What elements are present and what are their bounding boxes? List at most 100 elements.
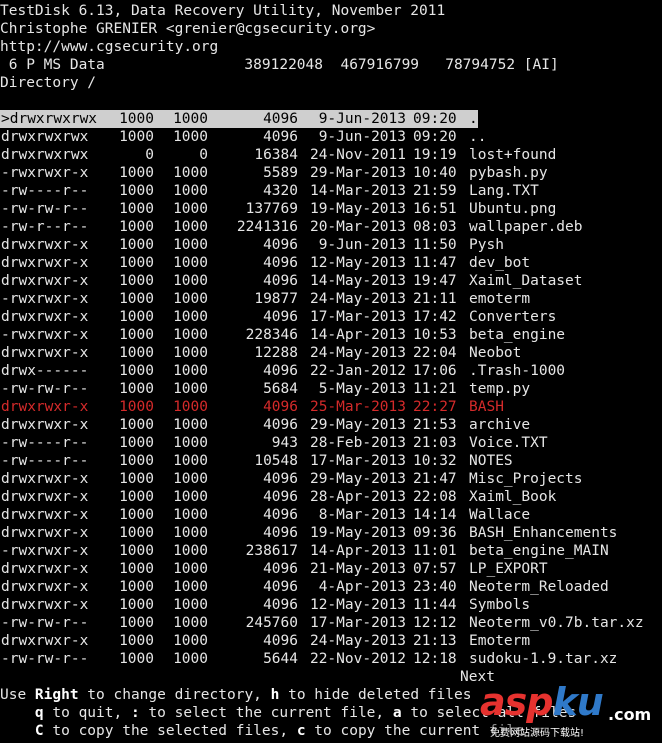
file-size: 16384 (254, 147, 298, 163)
watermark-dotcom: .com (608, 705, 652, 724)
file-time: 21:03 (413, 435, 457, 451)
file-date: 24-May-2013 (309, 291, 406, 307)
file-uid: 1000 (119, 561, 154, 577)
watermark-subtitle: 免费网站源码下载站! (488, 724, 587, 739)
file-gid: 1000 (173, 381, 208, 397)
file-gid: 1000 (173, 399, 208, 415)
file-row[interactable]: -rw-rw-r-- 1000 1000 5644 22-Nov-2012 12:18 su… (0, 650, 662, 668)
file-row[interactable]: -rwxrwxr-x 1000 1000 228346 14-Apr-2013 10:53… (0, 326, 662, 344)
file-date: 8-Mar-2013 (318, 507, 406, 523)
file-uid: 1000 (119, 237, 154, 253)
file-row[interactable]: drwxrwxr-x 1000 1000 4096 14-May-2013 19:47 Xa… (0, 272, 662, 290)
file-size: 4096 (263, 597, 298, 613)
file-row[interactable]: drwxrwxr-x 1000 1000 4096 28-Apr-2013 22:08 Xa… (0, 488, 662, 506)
file-uid: 1000 (119, 453, 154, 469)
file-gid: 1000 (173, 453, 208, 469)
file-time: 12:12 (413, 615, 457, 631)
file-row[interactable]: drwxrwxr-x 1000 1000 4096 9-Jun-2013 11:50 Pys… (0, 236, 662, 254)
file-uid: 1000 (119, 417, 154, 433)
file-uid: 1000 (119, 219, 154, 235)
file-row[interactable]: drwxrwxr-x 1000 1000 4096 17-Mar-2013 17:42 Co… (0, 308, 662, 326)
file-gid: 1000 (173, 435, 208, 451)
file-time: 21:53 (413, 417, 457, 433)
file-date: 21-May-2013 (309, 561, 406, 577)
watermark-logo: aspku (480, 680, 604, 724)
file-uid: 1000 (119, 201, 154, 217)
file-time: 12:18 (413, 651, 457, 667)
file-row[interactable]: drwxrwxr-x 1000 1000 4096 29-May-2013 21:53 ar… (0, 416, 662, 434)
file-date: 17-Mar-2013 (309, 309, 406, 325)
file-row[interactable]: drwxrwxr-x 1000 1000 4096 19-May-2013 09:36 BA… (0, 524, 662, 542)
file-time: 11:21 (413, 381, 457, 397)
file-time: 07:57 (413, 561, 457, 577)
file-row[interactable]: drwxrwxrwx 0 0 16384 24-Nov-2011 19:19 lost+fo… (0, 146, 662, 164)
file-row[interactable]: -rw-rw-r-- 1000 1000 245760 17-Mar-2013 12:12… (0, 614, 662, 632)
file-time: 21:13 (413, 633, 457, 649)
file-row[interactable]: drwxrwxr-x 1000 1000 4096 8-Mar-2013 14:14 Wal… (0, 506, 662, 524)
file-time: 11:47 (413, 255, 457, 271)
file-uid: 1000 (119, 543, 154, 559)
file-row[interactable]: drwxrwxrwx 1000 1000 4096 9-Jun-2013 09:20.. (0, 128, 662, 146)
file-uid: 1000 (119, 579, 154, 595)
file-time: 08:03 (413, 219, 457, 235)
file-row[interactable]: drwxrwxr-x 1000 1000 4096 21-May-2013 07:57 LP… (0, 560, 662, 578)
file-time: 17:06 (413, 363, 457, 379)
file-date: 9-Jun-2013 (318, 129, 406, 145)
file-row[interactable]: drwxrwxr-x 1000 1000 4096 29-May-2013 21:47 Mi… (0, 470, 662, 488)
file-row[interactable]: -rwxrwxr-x 1000 1000 238617 14-Apr-2013 11:01… (0, 542, 662, 560)
file-date: 25-Mar-2013 (309, 399, 406, 415)
file-date: 4-Apr-2013 (318, 579, 406, 595)
file-gid: 1000 (173, 219, 208, 235)
file-row[interactable]: drwxrwxr-x 1000 1000 12288 24-May-2013 22:04 N… (0, 344, 662, 362)
website-url: http://www.cgsecurity.org (0, 39, 219, 55)
file-gid: 0 (199, 147, 208, 163)
file-size: 2241316 (236, 219, 298, 235)
file-row[interactable]: drwx------ 1000 1000 4096 22-Jan-2012 17:06 .T… (0, 362, 662, 380)
file-gid: 1000 (173, 471, 208, 487)
file-row[interactable]: -rw-r--r-- 1000 1000 2241316 20-Mar-2013 08:0… (0, 218, 662, 236)
file-row[interactable]: -rwxrwxr-x 1000 1000 19877 24-May-2013 21:11 e… (0, 290, 662, 308)
file-gid: 1000 (173, 525, 208, 541)
file-size: 5589 (263, 165, 298, 181)
file-row-deleted[interactable]: drwxrwxr-x 1000 1000 4096 25-Mar-2013 22:27 BA… (0, 398, 662, 416)
file-row[interactable]: -rwxrwxr-x 1000 1000 5589 29-Mar-2013 10:40 py… (0, 164, 662, 182)
file-row[interactable]: -rw----r-- 1000 1000 4320 14-Mar-2013 21:59 La… (0, 182, 662, 200)
file-uid: 1000 (119, 507, 154, 523)
file-name: Neoterm_Reloaded (469, 579, 609, 595)
file-permissions: drwxrwxr-x (1, 633, 89, 649)
file-gid: 1000 (173, 201, 208, 217)
file-date: 29-May-2013 (309, 417, 406, 433)
file-name: NOTES (469, 453, 513, 469)
file-row[interactable]: -rw----r-- 1000 1000 943 28-Feb-2013 21:03 Voi… (0, 434, 662, 452)
file-time: 19:19 (413, 147, 457, 163)
file-name: Wallace (469, 507, 531, 523)
file-row-selected[interactable]: >drwxrwxrwx 1000 1000 4096 9-Jun-2013 09:20. (0, 110, 478, 128)
file-date: 20-Mar-2013 (309, 219, 406, 235)
key-right: Right (34, 687, 79, 703)
file-uid: 1000 (119, 183, 154, 199)
file-row[interactable]: drwxrwxr-x 1000 1000 4096 4-Apr-2013 23:40 Neo… (0, 578, 662, 596)
file-row[interactable]: -rw----r-- 1000 1000 10548 17-Mar-2013 10:32 N… (0, 452, 662, 470)
file-date: 17-Mar-2013 (309, 615, 406, 631)
file-gid: 1000 (173, 507, 208, 523)
file-size: 228346 (245, 327, 298, 343)
file-date: 9-Jun-2013 (318, 111, 406, 127)
key-c: c (296, 723, 306, 739)
file-uid: 1000 (119, 129, 154, 145)
file-size: 4096 (263, 525, 298, 541)
file-uid: 1000 (119, 309, 154, 325)
file-row[interactable]: drwxrwxr-x 1000 1000 4096 12-May-2013 11:44 Sy… (0, 596, 662, 614)
file-row[interactable]: drwxrwxr-x 1000 1000 4096 24-May-2013 21:13 Em… (0, 632, 662, 650)
file-time: 21:11 (413, 291, 457, 307)
file-row[interactable]: -rw-rw-r-- 1000 1000 137769 19-May-2013 16:51… (0, 200, 662, 218)
file-gid: 1000 (173, 417, 208, 433)
file-row[interactable]: -rw-rw-r-- 1000 1000 5684 5-May-2013 11:21 tem… (0, 380, 662, 398)
file-size: 238617 (245, 543, 298, 559)
file-date: 19-May-2013 (309, 525, 406, 541)
file-row[interactable]: drwxrwxr-x 1000 1000 4096 12-May-2013 11:47 de… (0, 254, 662, 272)
file-gid: 1000 (173, 597, 208, 613)
file-uid: 1000 (119, 651, 154, 667)
key-colon: : (130, 705, 140, 721)
file-permissions: -rw----r-- (1, 435, 89, 451)
file-time: 09:20 (413, 129, 457, 145)
